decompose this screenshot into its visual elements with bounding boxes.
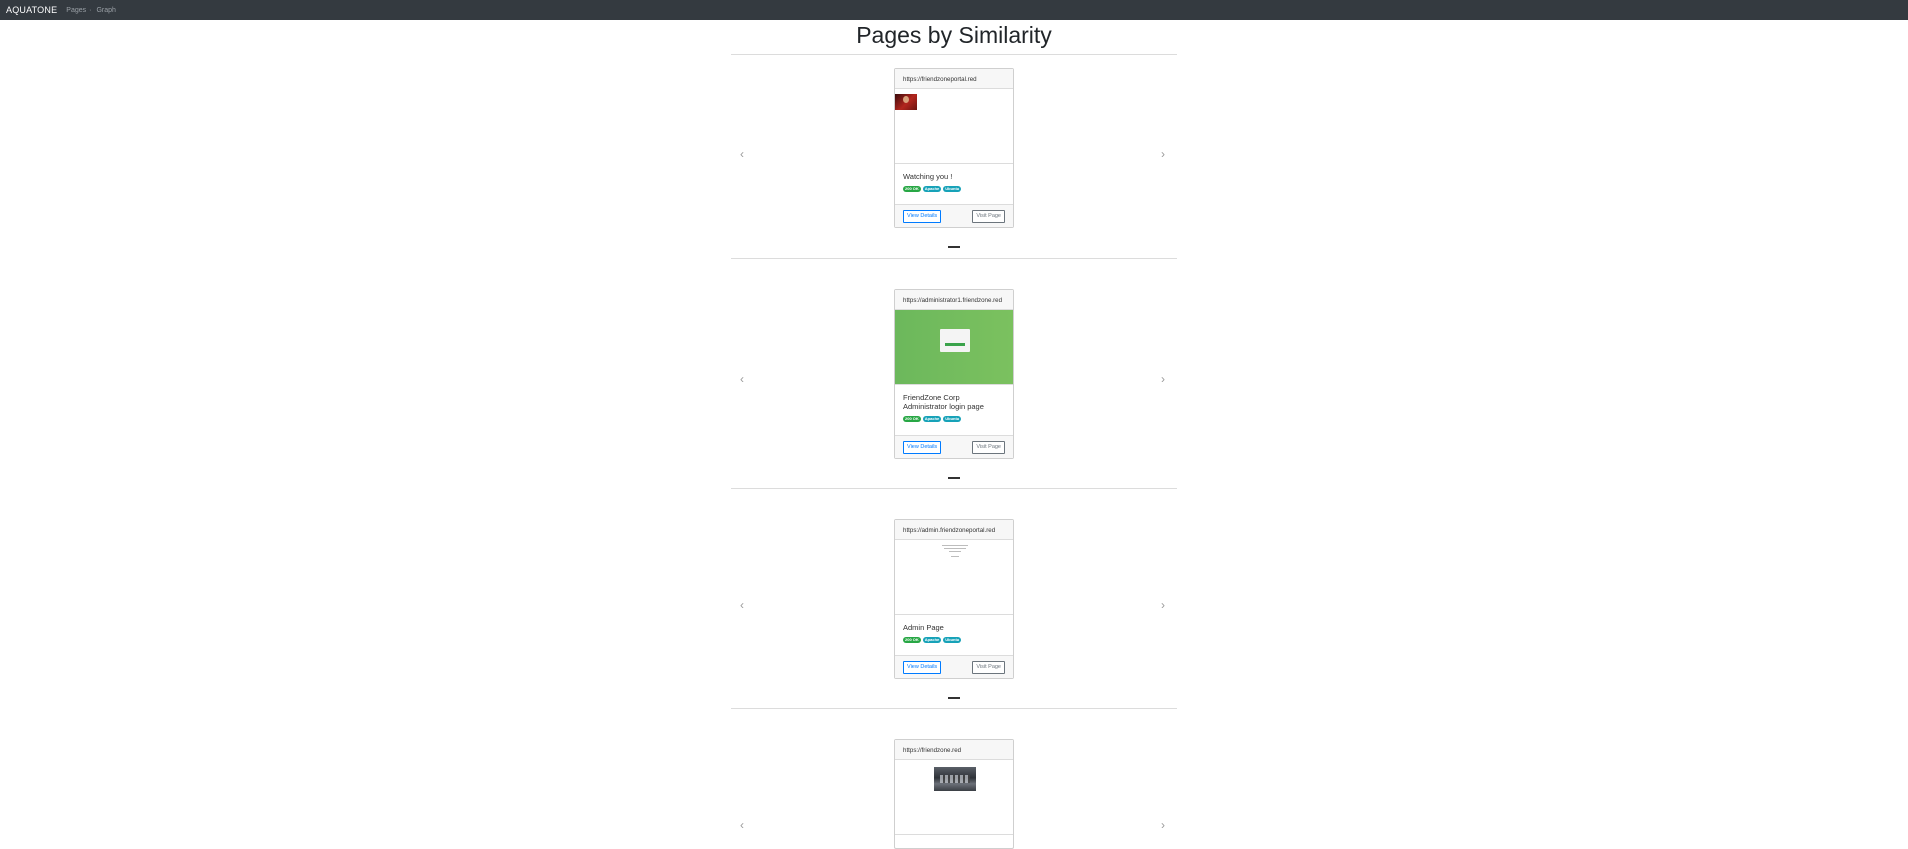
tech-badge: Apache	[922, 186, 942, 192]
card-page-title: Watching you !	[903, 172, 953, 181]
carousel-next-icon[interactable]: ›	[1161, 819, 1165, 831]
status-badge: 200 OK	[903, 416, 921, 422]
carousel-indicator[interactable]	[948, 246, 960, 248]
page-screenshot[interactable]	[895, 760, 1013, 835]
visit-page-button[interactable]: Visit Page	[972, 440, 1005, 454]
tech-badge: Ubuntu	[943, 637, 962, 643]
group-divider	[731, 258, 1177, 259]
carousel-next-icon[interactable]: ›	[1161, 373, 1165, 385]
card-footer: View Details Visit Page	[895, 204, 1013, 227]
website-photo-image	[934, 767, 976, 791]
carousel-next-icon[interactable]: ›	[1161, 599, 1165, 611]
avatar-image	[895, 94, 917, 110]
group-divider	[731, 708, 1177, 709]
status-badge: 200 OK	[903, 637, 921, 643]
visit-page-button[interactable]: Visit Page	[972, 209, 1005, 223]
card-footer: View Details Visit Page	[895, 435, 1013, 458]
card-tags: 200 OK Apache Ubuntu	[903, 637, 1005, 645]
card-url: https://admin.friendzoneportal.red	[895, 520, 1013, 540]
view-details-button[interactable]: View Details	[903, 209, 942, 223]
top-navbar: AQUATONE Pages · Graph	[0, 0, 1908, 20]
page-screenshot[interactable]	[895, 310, 1013, 385]
card-url: https://friendzoneportal.red	[895, 69, 1013, 89]
group-divider	[731, 488, 1177, 489]
card-footer: View Details Visit Page	[895, 655, 1013, 678]
status-badge: 200 OK	[903, 186, 921, 192]
admin-page-image	[941, 543, 969, 557]
page-card: https://friendzoneportal.red Watching yo…	[894, 68, 1014, 228]
tech-badge: Apache	[922, 416, 942, 422]
nav-link-graph[interactable]: Graph	[96, 7, 115, 14]
card-tags: 200 OK Apache Ubuntu	[903, 416, 1005, 424]
tech-badge: Ubuntu	[943, 416, 962, 422]
card-page-title: FriendZone Corp Administrator login page	[903, 393, 984, 411]
carousel-indicator[interactable]	[948, 697, 960, 699]
visit-page-button[interactable]: Visit Page	[972, 660, 1005, 674]
carousel-prev-icon[interactable]: ‹	[740, 819, 744, 831]
carousel-prev-icon[interactable]: ‹	[740, 148, 744, 160]
carousel-indicator[interactable]	[948, 477, 960, 479]
page-screenshot[interactable]	[895, 89, 1013, 164]
login-box-image	[940, 329, 970, 352]
card-tags: 200 OK Apache Ubuntu	[903, 186, 1005, 194]
page-card: https://admin.friendzoneportal.red Admin…	[894, 519, 1014, 679]
nav-link-pages[interactable]: Pages	[66, 7, 86, 14]
tech-badge: Ubuntu	[943, 186, 962, 192]
nav-separator: ·	[89, 6, 92, 14]
carousel-next-icon[interactable]: ›	[1161, 148, 1165, 160]
view-details-button[interactable]: View Details	[903, 660, 942, 674]
brand-logo[interactable]: AQUATONE	[6, 5, 57, 15]
carousel-prev-icon[interactable]: ‹	[740, 599, 744, 611]
tech-badge: Apache	[922, 637, 942, 643]
group-divider	[731, 54, 1177, 55]
page-card: https://friendzone.red	[894, 739, 1014, 849]
carousel-prev-icon[interactable]: ‹	[740, 373, 744, 385]
card-url: https://friendzone.red	[895, 740, 1013, 760]
view-details-button[interactable]: View Details	[903, 440, 942, 454]
page-title: Pages by Similarity	[856, 22, 1052, 48]
page-card: https://administrator1.friendzone.red Fr…	[894, 289, 1014, 459]
page-screenshot[interactable]	[895, 540, 1013, 615]
card-url: https://administrator1.friendzone.red	[895, 290, 1013, 310]
card-page-title: Admin Page	[903, 623, 944, 632]
